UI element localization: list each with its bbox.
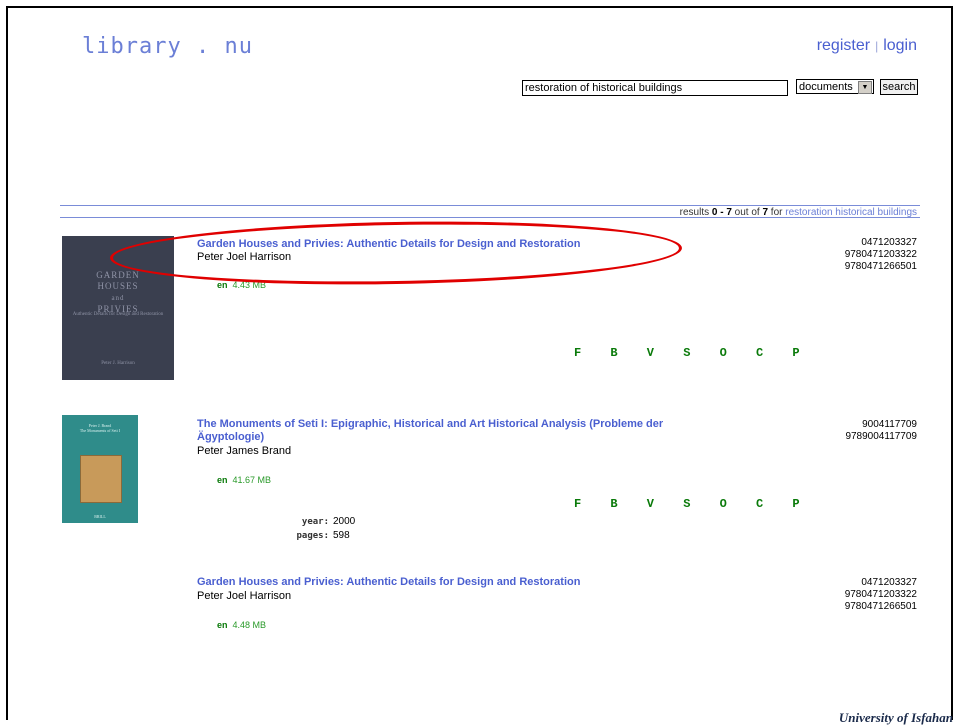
search-type-value: documents	[799, 81, 853, 93]
result-size-value: 41.67 MB	[232, 475, 272, 485]
pages-label: pages:	[296, 531, 329, 541]
cover-1-title: GARDEN HOUSES and PRIVIES	[96, 270, 140, 314]
result-year: year: 2000	[270, 516, 355, 527]
result-title-line2: Ägyptologie)	[197, 431, 265, 443]
isbn: 9780471266501	[844, 601, 917, 612]
search-button[interactable]: search	[880, 79, 918, 95]
auth-separator: |	[875, 39, 879, 53]
isbn: 9780471203322	[844, 249, 917, 260]
summary-suffix: for	[768, 207, 786, 218]
register-link[interactable]: register	[817, 37, 870, 54]
result-author: Peter Joel Harrison	[197, 590, 292, 602]
result-title-link[interactable]: The Monuments of Seti I: Epigraphic, His…	[197, 418, 663, 444]
cover-2-title: Peter J. Brand The Monuments of Seti I	[79, 423, 121, 433]
search-input[interactable]: restoration of historical buildings	[522, 80, 788, 96]
result-lang: en	[217, 620, 228, 630]
isbn: 0471203327	[861, 237, 917, 248]
login-link[interactable]: login	[883, 37, 917, 54]
results-summary: results 0 - 7 out of 7 for restoration h…	[680, 207, 917, 218]
summary-range: 0 - 7	[711, 207, 732, 218]
cover-1-subtitle: Authentic Details for Design and Restora…	[72, 312, 164, 317]
isbn: 9004117709	[862, 419, 917, 430]
result-pages: pages: 598	[270, 530, 350, 541]
year-label: year:	[301, 517, 329, 527]
year-value: 2000	[333, 516, 356, 527]
cover-1-author: Peter J. Harrison	[101, 361, 135, 366]
summary-prefix: results	[679, 207, 712, 218]
cover-2-publisher: BRILL	[94, 514, 106, 519]
pages-value: 598	[333, 530, 350, 541]
result-isbn-list: 0471203327 9780471203322 9780471266501	[845, 237, 917, 273]
search-type-select[interactable]: documents ▼	[796, 79, 874, 94]
isbn: 9780471203322	[844, 589, 917, 600]
book-cover-2[interactable]: Peter J. Brand The Monuments of Seti I BR…	[62, 415, 138, 523]
dropdown-arrow-icon[interactable]: ▼	[858, 81, 872, 94]
result-size-value: 4.48 MB	[232, 620, 267, 630]
result-isbn-list: 0471203327 9780471203322 9780471266501	[845, 577, 917, 613]
isbn: 9789004117709	[845, 431, 917, 442]
result-size: en 4.48 MB	[217, 620, 266, 630]
result-author: Peter James Brand	[197, 445, 292, 457]
summary-query-link[interactable]: restoration historical buildings	[785, 207, 917, 218]
results-top-rule	[60, 205, 920, 206]
site-logo[interactable]: library . nu	[82, 34, 253, 59]
result-size: en 41.67 MB	[217, 475, 271, 485]
isbn: 0471203327	[861, 577, 917, 588]
result-title-link[interactable]: Garden Houses and Privies: Authentic Det…	[197, 576, 580, 589]
format-links[interactable]: F B V S O C P	[574, 346, 811, 360]
auth-links: register | login	[817, 37, 917, 55]
result-lang: en	[217, 475, 228, 485]
result-isbn-list: 9004117709 9789004117709	[845, 419, 917, 443]
result-lang: en	[217, 280, 228, 290]
result-title-line1: The Monuments of Seti I: Epigraphic, His…	[197, 418, 664, 430]
isbn: 9780471266501	[844, 261, 917, 272]
cover-2-figure-image	[80, 455, 122, 503]
format-links[interactable]: F B V S O C P	[574, 497, 811, 511]
summary-middle: out of	[731, 207, 763, 218]
